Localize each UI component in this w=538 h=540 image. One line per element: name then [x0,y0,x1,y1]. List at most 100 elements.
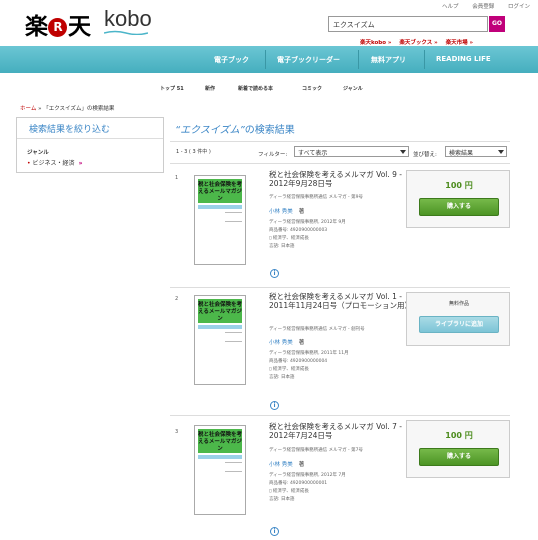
buy-button[interactable]: 購入する [419,198,499,216]
result-number: 1 [175,175,179,181]
rakuten-logo[interactable]: 楽R天 [25,7,91,41]
cat-top[interactable]: トップ 51 [160,85,184,92]
register-link[interactable]: 会員登録 [472,4,494,10]
sort-select[interactable]: 検索結果 [445,146,507,157]
book-cover[interactable]: 税と社会保険を考えるメールマガジン [194,295,246,385]
meta-publisher: ディーラ経営保険事務所, 2012年 7月 [269,473,346,478]
book-series: ディーラ経営保険事務所通信 メルマガ - 第7号 [269,448,363,453]
meta-genre-text: 経済学、経済成長 [272,236,309,241]
book-meta: ディーラ経営保険事務所, 2011年 11月 商品番号: 49209000000… [269,350,349,382]
cat-comic[interactable]: コミック [302,85,322,92]
book-meta: ディーラ経営保険事務所, 2012年 7月 商品番号: 492090000000… [269,472,346,504]
search-input[interactable]: エクスイズム [328,16,488,32]
cover-lines [225,212,242,222]
top-links: ヘルプ 会員登録 ログイン [430,2,530,10]
results-query: “エクスイズム” [175,125,245,136]
bullet-icon: • [27,160,31,167]
login-link[interactable]: ログイン [508,4,530,10]
book-title[interactable]: 税と社会保険を考えるメルマガ Vol. 9 - 2012年9月28日号 [269,170,409,188]
price: 100 円 [445,431,473,440]
book-cover[interactable]: 税と社会保険を考えるメールマガジン [194,175,246,265]
search-button[interactable]: GO [489,16,505,32]
cover-subband [198,205,242,209]
free-label: 無料作品 [448,301,469,307]
book-title[interactable]: 税と社会保険を考えるメルマガ Vol. 1 - 2011年11月24日号（プロモ… [269,292,412,310]
meta-language: 言語: 日本語 [269,244,295,249]
meta-language: 言語: 日本語 [269,497,295,502]
result-number: 2 [175,296,179,302]
meta-product-id: 商品番号: 4920900000003 [269,228,328,233]
result-count: 1 - 3 ( 3 件中 ) [176,149,211,155]
author-role: 著 [298,209,305,215]
cover-lines [225,462,242,472]
cover-lines [225,332,242,342]
logo-char-ten: 天 [68,14,91,40]
buy-box: 無料作品 ライブラリに追加 [406,292,510,346]
cat-genre[interactable]: ジャンル [343,85,363,92]
logo-r-icon: R [48,18,67,37]
add-to-library-button[interactable]: ライブラリに追加 [419,316,499,333]
cover-title: 税と社会保険を考えるメールマガジン [198,302,243,322]
nav-divider [358,50,359,69]
help-link[interactable]: ヘルプ [442,4,459,10]
filter-select[interactable]: すべて表示 [294,146,409,157]
meta-genre: ▯ 経済学、経済成長 [269,235,346,243]
divider [170,287,510,288]
book-author[interactable]: 小林 秀美著 [269,338,304,346]
author-name: 小林 秀美 [269,340,293,346]
kobo-logo[interactable]: kobo [104,6,152,32]
meta-product-id: 商品番号: 4920900000004 [269,359,328,364]
sub-links: 楽天kobo » 楽天ブックス » 楽天市場 » [360,38,479,46]
chevron-right-icon: » [78,160,83,167]
cat-new-readable[interactable]: 新着で読める本 [238,85,273,92]
book-series: ディーラ経営保険事務所通信 メルマガ - 第9号 [269,195,363,200]
cover-subband [198,325,242,329]
cover-subband [198,455,242,459]
main-nav: 電子ブック 電子ブックリーダー 無料アプリ READING LIFE [0,46,538,73]
meta-genre: ▯ 経済学、経済成長 [269,366,349,374]
nav-ebook[interactable]: 電子ブック [214,55,249,65]
book-author[interactable]: 小林 秀美著 [269,460,304,468]
genre-item-label: ビジネス・経済 [32,160,75,167]
divider [170,415,510,416]
buy-button[interactable]: 購入する [419,448,499,466]
author-role: 著 [298,340,305,346]
nav-ereader[interactable]: 電子ブックリーダー [277,55,340,65]
sort-value: 検索結果 [449,150,474,157]
book-cover[interactable]: 税と社会保険を考えるメールマガジン [194,425,246,515]
cat-new[interactable]: 新作 [205,85,215,92]
nav-free-apps[interactable]: 無料アプリ [371,55,406,65]
author-name: 小林 秀美 [269,462,293,468]
refine-sidebar: 検索結果を絞り込む ジャンル • ビジネス・経済» [16,117,164,173]
buy-box: 100 円 購入する [406,420,510,478]
info-icon[interactable]: i [270,401,279,410]
book-series: ディーラ経営保険事務所通信 メルマガ - 創刊号 [269,327,365,332]
author-role: 著 [298,462,305,468]
meta-publisher: ディーラ経営保険事務所, 2012年 9月 [269,220,346,225]
nav-reading-life[interactable]: READING LIFE [436,55,491,63]
cover-title: 税と社会保険を考えるメールマガジン [198,432,243,452]
results-title-rest: の検索結果 [244,125,295,136]
nav-divider [265,50,266,69]
result-item: 1 税と社会保険を考えるメールマガジン 税と社会保険を考えるメルマガ Vol. … [170,165,510,285]
info-icon[interactable]: i [270,269,279,278]
meta-genre: ▯ 経済学、経済成長 [269,488,346,496]
meta-publisher: ディーラ経営保険事務所, 2011年 11月 [269,351,349,356]
filter-value: すべて表示 [298,150,328,157]
result-item: 2 税と社会保険を考えるメールマガジン 税と社会保険を考えるメルマガ Vol. … [170,289,510,414]
genre-filter-business[interactable]: • ビジネス・経済» [27,158,82,167]
breadcrumb-home[interactable]: ホーム [20,106,36,112]
price: 100 円 [445,181,473,190]
info-icon[interactable]: i [270,527,279,536]
result-item: 3 税と社会保険を考えるメールマガジン 税と社会保険を考えるメルマガ Vol. … [170,417,510,540]
cover-title: 税と社会保険を考えるメールマガジン [198,182,243,202]
genre-label: ジャンル [27,150,49,156]
divider [170,163,510,164]
results-title: “エクスイズム”の検索結果 [175,121,295,136]
meta-genre-text: 経済学、経済成長 [272,489,309,494]
book-author[interactable]: 小林 秀美著 [269,207,304,215]
book-meta: ディーラ経営保険事務所, 2012年 9月 商品番号: 492090000000… [269,219,346,251]
book-title[interactable]: 税と社会保険を考えるメルマガ Vol. 7 - 2012年7月24日号 [269,422,409,440]
meta-genre-text: 経済学、経済成長 [272,367,309,372]
kobo-wave-icon [104,30,148,35]
